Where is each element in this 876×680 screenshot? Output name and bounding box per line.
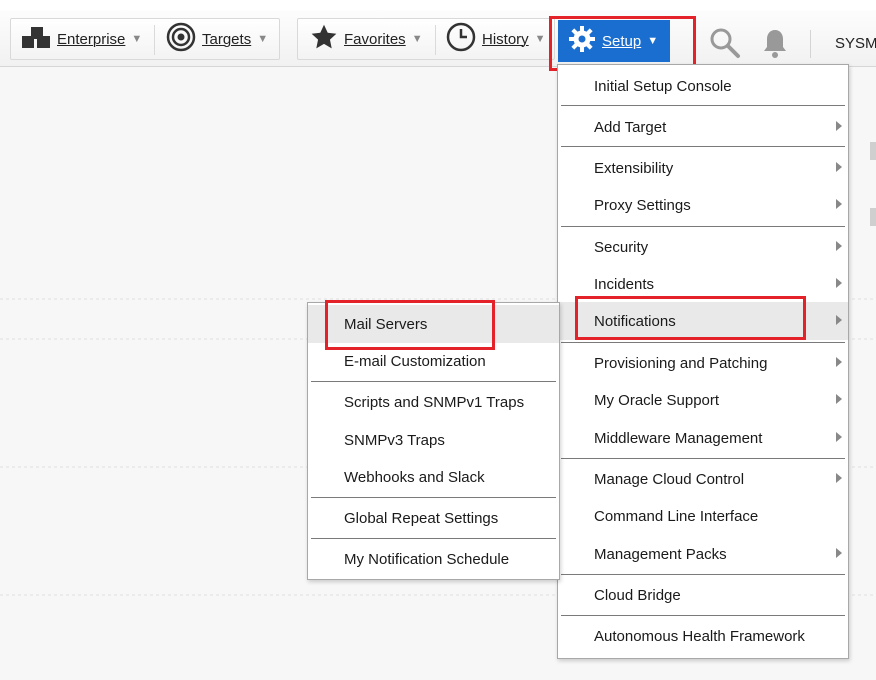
menu-item-label: Provisioning and Patching <box>594 354 768 372</box>
menu-divider <box>561 146 845 147</box>
menu-divider <box>311 538 556 539</box>
menu-item-my-notification-schedule[interactable]: My Notification Schedule <box>308 540 559 578</box>
chevron-right-icon <box>836 394 842 404</box>
menu-divider <box>561 458 845 459</box>
menu-item-manage-cloud-control[interactable]: Manage Cloud Control <box>558 460 848 498</box>
favorites-label: Favorites <box>344 30 406 48</box>
menu-item-email-customization[interactable]: E-mail Customization <box>308 342 559 380</box>
menu-item-label: Security <box>594 238 649 256</box>
menu-item-mail-servers[interactable]: Mail Servers <box>308 305 559 343</box>
history-label: History <box>482 30 529 48</box>
setup-menu-button[interactable]: Setup ▼ <box>558 20 670 62</box>
divider <box>435 25 436 55</box>
chevron-right-icon <box>836 357 842 367</box>
menu-item-provisioning-and-patching[interactable]: Provisioning and Patching <box>558 344 848 382</box>
menu-item-cloud-bridge[interactable]: Cloud Bridge <box>558 576 848 614</box>
chevron-down-icon: ▼ <box>534 33 546 45</box>
menu-item-label: Proxy Settings <box>594 196 691 214</box>
menu-divider <box>561 226 845 227</box>
chevron-right-icon <box>836 278 842 288</box>
chevron-down-icon: ▼ <box>647 35 659 47</box>
menu-item-webhooks-and-slack[interactable]: Webhooks and Slack <box>308 458 559 496</box>
menu-item-label: Management Packs <box>594 545 727 563</box>
menu-divider <box>561 342 845 343</box>
menu-item-add-target[interactable]: Add Target <box>558 108 848 146</box>
user-menu[interactable]: SYSM <box>835 35 876 52</box>
menu-item-management-packs[interactable]: Management Packs <box>558 535 848 573</box>
menu-item-snmpv3-traps[interactable]: SNMPv3 Traps <box>308 421 559 459</box>
targets-menu-button[interactable]: Targets ▼ <box>166 19 268 59</box>
menu-item-extensibility[interactable]: Extensibility <box>558 149 848 187</box>
menu-divider <box>561 105 845 106</box>
chevron-right-icon <box>836 473 842 483</box>
menu-item-my-oracle-support[interactable]: My Oracle Support <box>558 381 848 419</box>
menu-item-incidents[interactable]: Incidents <box>558 265 848 303</box>
page-edge-control <box>870 208 876 226</box>
page-edge-control <box>870 142 876 160</box>
menu-item-label: Global Repeat Settings <box>344 509 499 527</box>
targets-label: Targets <box>202 30 252 48</box>
menu-item-label: SNMPv3 Traps <box>344 431 445 449</box>
menu-item-label: Middleware Management <box>594 429 763 447</box>
menu-item-scripts-and-snmpv1-traps[interactable]: Scripts and SNMPv1 Traps <box>308 383 559 421</box>
menu-item-label: My Notification Schedule <box>344 550 510 568</box>
menu-item-label: Extensibility <box>594 159 674 177</box>
chevron-right-icon <box>836 162 842 172</box>
global-toolbar: Enterprise ▼ Targets ▼ Favorites ▼ Histo… <box>0 10 876 67</box>
menu-divider <box>561 574 845 575</box>
menu-item-label: Webhooks and Slack <box>344 468 485 486</box>
chevron-right-icon <box>836 315 842 325</box>
notifications-submenu: Mail Servers E-mail Customization Script… <box>307 302 560 580</box>
menu-item-label: My Oracle Support <box>594 391 720 409</box>
chevron-right-icon <box>836 241 842 251</box>
search-icon[interactable] <box>708 26 742 60</box>
menu-item-label: Cloud Bridge <box>594 586 681 604</box>
star-icon <box>310 23 338 55</box>
toolbar-group-navigation: Favorites ▼ History ▼ <box>297 18 555 60</box>
menu-item-label: Add Target <box>594 118 667 136</box>
menu-item-autonomous-health-framework[interactable]: Autonomous Health Framework <box>558 617 848 655</box>
menu-item-label: Command Line Interface <box>594 507 759 525</box>
menu-item-label: Mail Servers <box>344 315 428 333</box>
history-menu-button[interactable]: History ▼ <box>446 19 546 59</box>
chevron-right-icon <box>836 199 842 209</box>
menu-item-middleware-management[interactable]: Middleware Management <box>558 419 848 457</box>
divider <box>810 30 811 58</box>
menu-divider <box>311 381 556 382</box>
top-strip <box>0 0 876 10</box>
chevron-down-icon: ▼ <box>257 33 269 45</box>
setup-dropdown-menu: Initial Setup Console Add Target Extensi… <box>557 64 849 659</box>
menu-item-security[interactable]: Security <box>558 228 848 266</box>
menu-item-command-line-interface[interactable]: Command Line Interface <box>558 497 848 535</box>
menu-divider <box>561 615 845 616</box>
clock-icon <box>446 22 476 56</box>
menu-item-label: Initial Setup Console <box>594 77 732 95</box>
enterprise-label: Enterprise <box>57 30 126 48</box>
menu-item-label: Incidents <box>594 275 655 293</box>
menu-item-initial-setup-console[interactable]: Initial Setup Console <box>558 67 848 105</box>
toolbar-group-main: Enterprise ▼ Targets ▼ <box>10 18 280 60</box>
enterprise-menu-button[interactable]: Enterprise ▼ <box>21 19 142 59</box>
chevron-right-icon <box>836 121 842 131</box>
menu-item-label: Manage Cloud Control <box>594 470 745 488</box>
menu-item-label: Notifications <box>594 312 676 330</box>
menu-item-proxy-settings[interactable]: Proxy Settings <box>558 186 848 224</box>
enterprise-icon <box>21 25 51 53</box>
menu-item-label: Autonomous Health Framework <box>594 627 805 645</box>
chevron-right-icon <box>836 548 842 558</box>
menu-divider <box>311 497 556 498</box>
menu-item-label: E-mail Customization <box>344 352 486 370</box>
divider <box>154 25 155 55</box>
setup-label: Setup <box>602 32 642 50</box>
menu-item-global-repeat-settings[interactable]: Global Repeat Settings <box>308 499 559 537</box>
gear-icon <box>568 25 596 57</box>
bell-icon[interactable] <box>758 26 792 60</box>
chevron-right-icon <box>836 432 842 442</box>
menu-item-notifications[interactable]: Notifications <box>558 302 848 340</box>
favorites-menu-button[interactable]: Favorites ▼ <box>310 19 423 59</box>
chevron-down-icon: ▼ <box>411 33 423 45</box>
menu-item-label: Scripts and SNMPv1 Traps <box>344 393 525 411</box>
chevron-down-icon: ▼ <box>131 33 143 45</box>
targets-icon <box>166 22 196 56</box>
